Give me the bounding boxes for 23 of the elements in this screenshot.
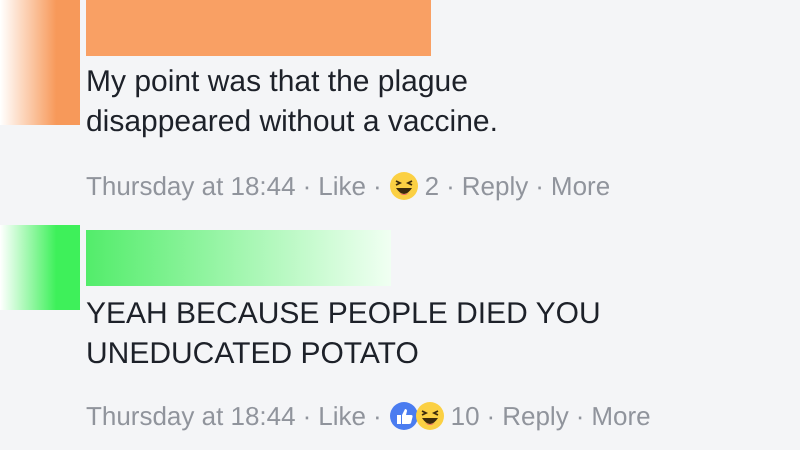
separator-dot: · (446, 170, 455, 202)
comment-action-link[interactable]: More (550, 170, 610, 202)
separator-dot: · (372, 170, 382, 202)
separator-dot: · (535, 170, 544, 202)
comment-action-link[interactable]: Reply (462, 170, 528, 202)
separator-dot: · (372, 400, 382, 432)
comment-text: YEAH BECAUSE PEOPLE DIED YOU UNEDUCATED POTATO (86, 296, 602, 372)
separator-dot: · (486, 400, 496, 432)
separator-dot: · (302, 170, 312, 202)
comment-action-link[interactable]: Like (318, 400, 366, 432)
laughing-emoji-icon (414, 401, 445, 431)
thumbs-up-icon (388, 401, 419, 431)
comment-action-link[interactable]: Like (318, 170, 366, 202)
reaction-count[interactable]: 10 (450, 400, 480, 432)
reaction-count[interactable]: 2 (424, 170, 440, 202)
comment-timestamp: Thursday at 18:44 (86, 170, 296, 202)
laughing-emoji-icon (388, 171, 419, 201)
separator-dot: · (302, 400, 312, 432)
comment-action-link[interactable]: More (591, 400, 651, 432)
comment-timestamp: Thursday at 18:44 (86, 400, 296, 432)
comment-text: My point was that the plague disappeared without a vaccine. (86, 64, 499, 140)
comment-action-link[interactable]: Reply (502, 400, 569, 432)
separator-dot: · (576, 400, 584, 432)
